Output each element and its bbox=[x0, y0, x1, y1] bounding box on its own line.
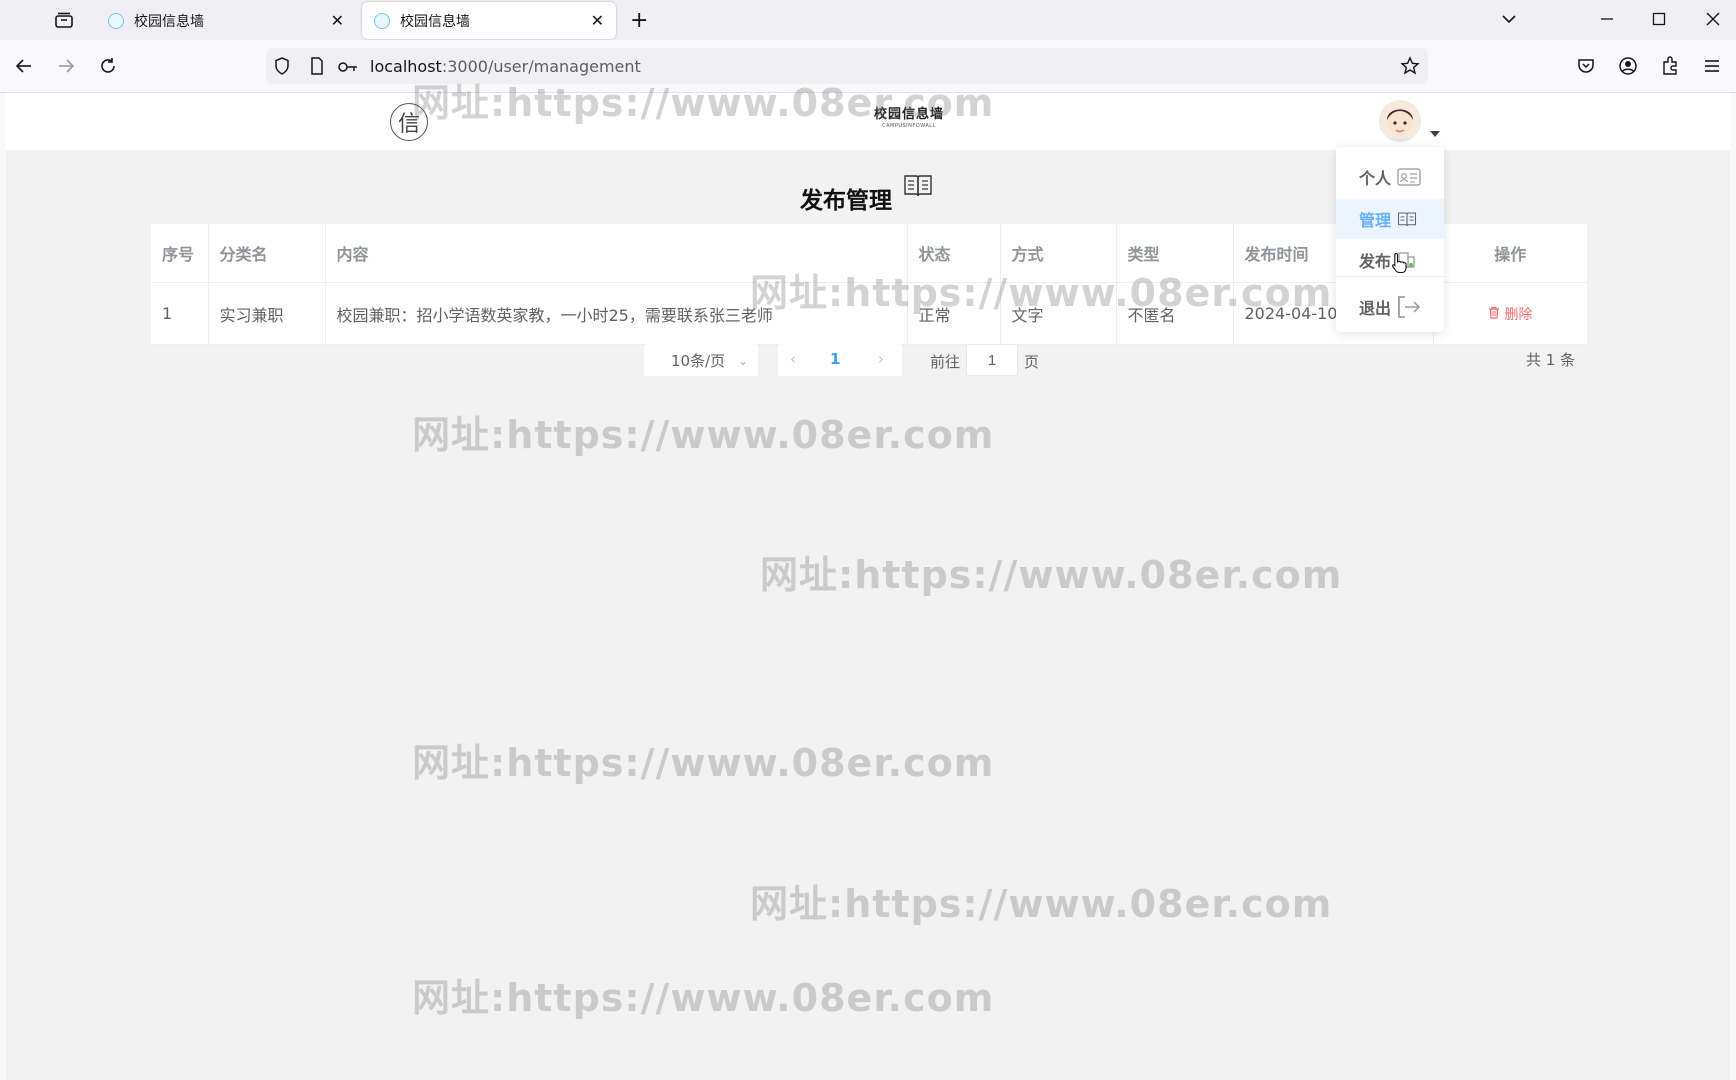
key-icon[interactable] bbox=[338, 59, 358, 78]
watermark-text: 网址:https://www.08er.com bbox=[412, 81, 995, 125]
tab-list-icon[interactable] bbox=[52, 8, 76, 32]
menu-item-label: 发布 bbox=[1359, 252, 1392, 271]
extensions-icon[interactable] bbox=[1658, 54, 1682, 78]
tab-close-icon[interactable]: ✕ bbox=[591, 11, 604, 30]
back-icon[interactable] bbox=[12, 54, 36, 78]
menu-item-logout[interactable]: 退出 bbox=[1336, 287, 1444, 327]
tab-favicon-icon bbox=[374, 12, 390, 29]
watermark-text: 网址:https://www.08er.com bbox=[412, 741, 995, 785]
menu-divider bbox=[1336, 276, 1444, 277]
avatar[interactable] bbox=[1379, 100, 1421, 142]
watermark-text: 网址:https://www.08er.com bbox=[412, 413, 995, 457]
forward-icon[interactable] bbox=[54, 54, 78, 78]
page-size-value: 10条/页 bbox=[671, 351, 726, 370]
column-header: 分类名 bbox=[208, 224, 326, 283]
watermark-text: 网址:https://www.08er.com bbox=[750, 271, 1333, 315]
column-header: 操作 bbox=[1433, 224, 1587, 283]
browser-tab-bar: 校园信息墙 ✕ 校园信息墙 ✕ + bbox=[0, 0, 1736, 40]
watermark-text: 网址:https://www.08er.com bbox=[750, 882, 1333, 926]
page-size-select[interactable]: 10条/页 ⌄ bbox=[644, 344, 758, 376]
column-header: 序号 bbox=[151, 224, 209, 283]
tab-overflow-icon[interactable] bbox=[1492, 6, 1526, 32]
tab-label: 校园信息墙 bbox=[400, 13, 470, 30]
page-title: 发布管理 bbox=[800, 188, 892, 214]
tab-label: 校园信息墙 bbox=[134, 13, 204, 30]
book-icon bbox=[903, 173, 933, 203]
bookmark-star-icon[interactable] bbox=[1400, 56, 1420, 80]
cell-index: 1 bbox=[151, 282, 209, 345]
browser-tab[interactable]: 校园信息墙 ✕ bbox=[96, 2, 356, 39]
menu-item-label: 管理 bbox=[1359, 211, 1392, 230]
account-icon[interactable] bbox=[1616, 54, 1640, 78]
chevron-down-icon: ⌄ bbox=[737, 354, 748, 368]
minimize-icon[interactable] bbox=[1590, 6, 1624, 32]
cell-category: 实习兼职 bbox=[208, 282, 326, 345]
menu-icon[interactable] bbox=[1700, 54, 1724, 78]
logout-icon bbox=[1397, 295, 1421, 319]
reload-icon[interactable] bbox=[96, 54, 120, 78]
new-tab-icon[interactable]: + bbox=[630, 8, 648, 33]
trash-icon bbox=[1489, 306, 1500, 319]
menu-item-label: 退出 bbox=[1359, 299, 1392, 318]
menu-item-profile[interactable]: 个人 bbox=[1336, 157, 1444, 197]
page-number[interactable]: 1 bbox=[830, 350, 840, 368]
total-count: 共 1 条 bbox=[1526, 351, 1576, 369]
mouse-cursor-icon bbox=[1391, 252, 1409, 278]
tab-favicon-icon bbox=[108, 12, 124, 29]
tab-close-icon[interactable]: ✕ bbox=[331, 11, 344, 30]
shield-icon[interactable] bbox=[274, 57, 290, 79]
delete-label: 删除 bbox=[1504, 306, 1533, 323]
book-icon bbox=[1397, 211, 1417, 228]
menu-item-label: 个人 bbox=[1359, 169, 1392, 188]
goto-label: 前往 bbox=[930, 353, 961, 371]
prev-page-icon[interactable]: ‹ bbox=[790, 350, 796, 368]
page-info-icon[interactable] bbox=[310, 57, 324, 79]
user-dropdown-menu: 个人 管理 发布 退出 bbox=[1336, 147, 1444, 332]
pocket-icon[interactable] bbox=[1574, 54, 1598, 78]
window-close-icon[interactable] bbox=[1696, 6, 1730, 32]
menu-item-publish[interactable]: 发布 bbox=[1336, 240, 1444, 280]
next-page-icon[interactable]: › bbox=[878, 350, 884, 368]
profile-card-icon bbox=[1397, 168, 1421, 186]
watermark-text: 网址:https://www.08er.com bbox=[412, 976, 995, 1020]
goto-suffix: 页 bbox=[1024, 353, 1040, 371]
watermark-text: 网址:https://www.08er.com bbox=[760, 553, 1343, 597]
pager: ‹ 1 › bbox=[778, 344, 902, 376]
browser-tab-active[interactable]: 校园信息墙 ✕ bbox=[362, 2, 616, 39]
maximize-icon[interactable] bbox=[1642, 6, 1676, 32]
cell-action: 删除 bbox=[1433, 282, 1587, 345]
delete-button[interactable]: 删除 bbox=[1488, 306, 1533, 323]
goto-page-input[interactable] bbox=[966, 344, 1018, 376]
avatar-caret-icon[interactable] bbox=[1430, 131, 1440, 137]
menu-item-manage[interactable]: 管理 bbox=[1336, 199, 1444, 239]
